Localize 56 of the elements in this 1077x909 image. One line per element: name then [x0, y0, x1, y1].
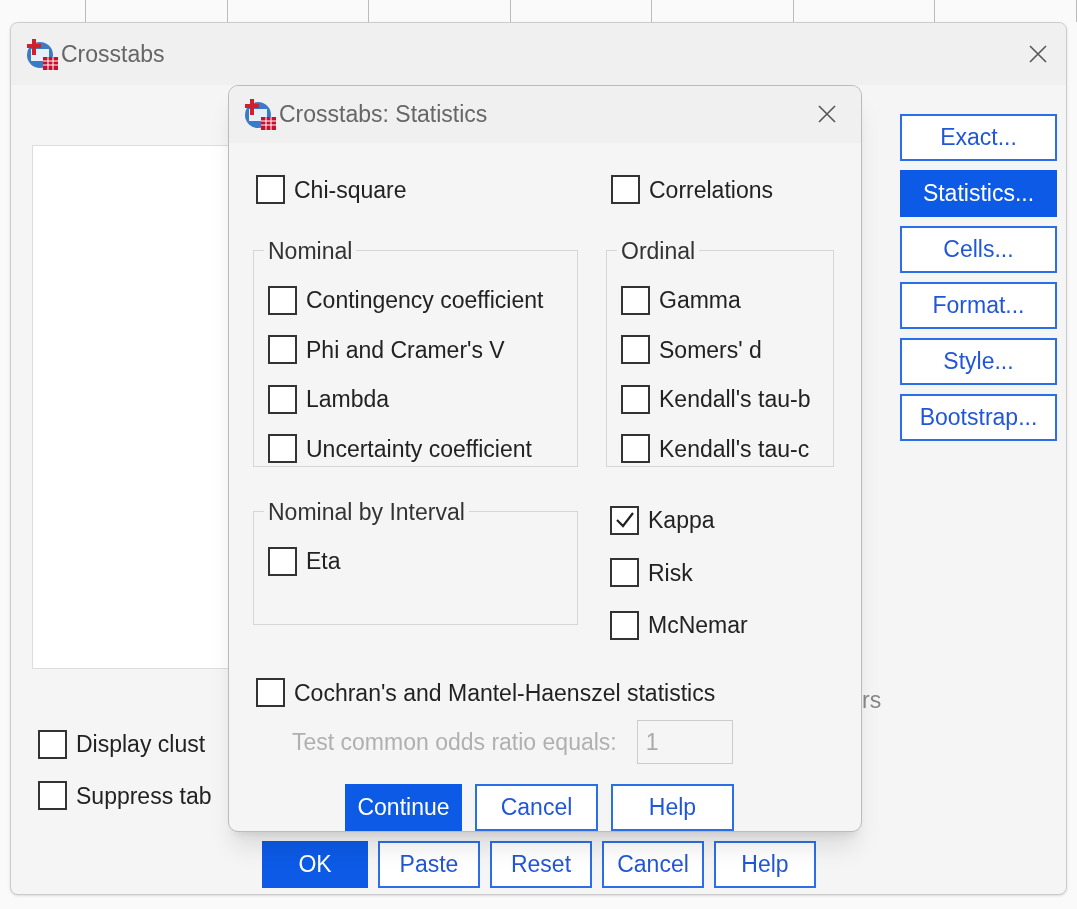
checkbox[interactable] [268, 384, 297, 414]
checkbox-label: Suppress tab [76, 781, 212, 811]
checkbox-label: Cochran's and Mantel-Haenszel statistics [294, 678, 716, 708]
dialog-button[interactable]: OK [262, 841, 368, 888]
checkbox[interactable] [268, 546, 297, 576]
checkbox-label: Correlations [649, 175, 773, 205]
checkbox-label: Kendall's tau-b [659, 385, 811, 414]
checkbox-label: Gamma [659, 286, 741, 315]
side-button[interactable]: Cells... [900, 226, 1057, 273]
dialog-button[interactable]: Help [714, 841, 816, 888]
checkbox-label: Kendall's tau-c [659, 434, 810, 464]
dialog-button[interactable]: Cancel [475, 784, 598, 831]
checkbox[interactable] [38, 729, 67, 759]
side-button[interactable]: Exact... [900, 114, 1057, 161]
field-label: Test common odds ratio equals: [292, 727, 617, 757]
checkbox-label: Uncertainty coefficient [306, 434, 532, 464]
checkbox[interactable] [38, 781, 67, 811]
checkbox[interactable] [610, 610, 639, 640]
checkbox-label: McNemar [648, 611, 748, 640]
checkbox-label: Lambda [306, 385, 390, 414]
checkbox[interactable] [621, 434, 650, 464]
dialog-button[interactable]: Paste [378, 841, 480, 888]
partial-label: rs [862, 686, 882, 711]
checkbox[interactable] [611, 175, 640, 205]
checkbox-label: Phi and Cramer's V [306, 335, 505, 365]
side-button[interactable]: Style... [900, 338, 1057, 385]
dialog-button[interactable]: Reset [490, 841, 592, 888]
checkbox-label: Chi-square [294, 175, 407, 205]
checkbox-label: Kappa [648, 506, 715, 535]
checkbox[interactable] [256, 175, 285, 205]
close-icon[interactable] [817, 104, 837, 125]
checkbox-label: Contingency coefficient [306, 286, 544, 315]
dialog-button[interactable]: Continue [345, 784, 462, 831]
window-title: Crosstabs [61, 39, 165, 69]
checkbox[interactable] [621, 384, 650, 414]
side-button[interactable]: Statistics... [900, 170, 1057, 217]
close-icon[interactable] [1028, 44, 1048, 64]
side-button[interactable]: Bootstrap... [900, 394, 1057, 441]
dialog-title: Crosstabs: Statistics [279, 100, 488, 129]
app-icon [25, 37, 59, 71]
dialog-button[interactable]: Help [611, 784, 734, 831]
checkbox[interactable] [610, 558, 639, 588]
checkbox-label: Somers' d [659, 335, 762, 365]
checkbox[interactable] [621, 335, 650, 365]
checkbox[interactable] [268, 335, 297, 365]
checkbox[interactable] [256, 678, 285, 708]
app-icon [243, 97, 277, 132]
checkbox-label: Eta [306, 547, 341, 576]
checkbox[interactable] [610, 505, 639, 535]
checkbox[interactable] [268, 434, 297, 464]
checkbox-label: Display clust [76, 730, 206, 759]
checkbox[interactable] [268, 285, 297, 315]
side-button[interactable]: Format... [900, 282, 1057, 329]
dialog-button[interactable]: Cancel [602, 841, 704, 888]
checkbox[interactable] [621, 285, 650, 315]
checkbox-label: Risk [648, 558, 693, 588]
